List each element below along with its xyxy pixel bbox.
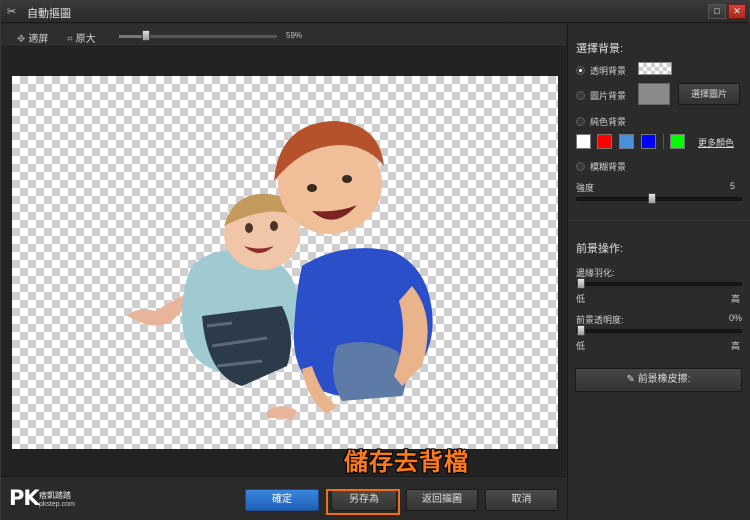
maximize-icon: □ <box>714 6 720 16</box>
feather-low-label: 低 <box>576 294 586 304</box>
opacity-high-label: 高 <box>731 341 741 351</box>
color-swatch-red[interactable] <box>597 134 612 149</box>
cancel-button[interactable]: 取消 <box>485 489 558 511</box>
view-toolbar: ✥ 適屏 ⌗ 原大 59% <box>1 24 566 47</box>
fit-screen-label: 適屏 <box>28 34 49 45</box>
solid-bg-option[interactable]: 純色背景 <box>576 115 626 129</box>
blur-bg-option[interactable]: 模糊背景 <box>576 160 626 174</box>
solid-bg-label: 純色背景 <box>590 117 627 127</box>
color-swatch-blue[interactable] <box>641 134 656 149</box>
opacity-low-label: 低 <box>576 341 586 351</box>
logo-site: pkstep.com <box>39 501 75 508</box>
logo-name: 痞凱踏踏 <box>39 491 71 500</box>
actual-size-icon: ⌗ <box>67 34 73 45</box>
actual-size-button[interactable]: ⌗ 原大 <box>67 30 96 45</box>
color-swatch-light-blue[interactable] <box>619 134 634 149</box>
transparent-bg-radio[interactable] <box>576 66 585 76</box>
color-swatch-green[interactable] <box>670 134 685 149</box>
cutout-photo <box>127 121 433 421</box>
transparent-swatch <box>638 62 672 75</box>
eraser-icon: ✎ <box>626 374 635 385</box>
solid-bg-radio[interactable] <box>576 117 585 127</box>
foreground-section-title: 前景操作: <box>576 243 624 255</box>
zoom-slider[interactable] <box>119 30 277 41</box>
opacity-value: 0% <box>729 313 743 323</box>
fit-screen-icon: ✥ <box>17 34 26 45</box>
feather-slider-handle[interactable] <box>577 278 585 289</box>
blur-bg-radio[interactable] <box>576 162 585 172</box>
title-bar: ✂ 自動摳圖 □ ✕ <box>1 1 749 23</box>
feather-slider[interactable] <box>576 278 742 289</box>
watermark-logo: PK 痞凱踏踏 pkstep.com <box>9 486 75 510</box>
fit-screen-button[interactable]: ✥ 適屏 <box>17 30 48 45</box>
child-right <box>274 121 433 414</box>
strength-slider-handle[interactable] <box>648 193 656 204</box>
choose-image-button[interactable]: 選擇圖片 <box>678 83 740 105</box>
image-bg-radio[interactable] <box>576 91 585 101</box>
logo-mark: PK <box>9 486 40 510</box>
color-swatch-white[interactable] <box>576 134 591 149</box>
strength-slider[interactable] <box>576 193 742 204</box>
app-window: ✂ 自動摳圖 □ ✕ ✥ 適屏 ⌗ 原大 59% PK 痞凱踏踏 pkstep.… <box>0 0 750 520</box>
opacity-slider[interactable] <box>576 325 742 336</box>
strength-value: 5 <box>730 181 736 191</box>
actual-size-label: 原大 <box>75 34 96 45</box>
scissors-icon: ✂ <box>7 6 17 18</box>
blur-bg-label: 模糊背景 <box>590 162 627 172</box>
feather-high-label: 高 <box>731 294 741 304</box>
maximize-button[interactable]: □ <box>708 4 726 19</box>
more-colors-link[interactable]: 更多顏色 <box>698 136 734 149</box>
child-left <box>127 193 300 421</box>
image-bg-label: 圖片背景 <box>590 91 627 101</box>
image-canvas[interactable] <box>12 76 558 449</box>
transparent-bg-option[interactable]: 透明背景 <box>576 64 626 78</box>
close-icon: ✕ <box>733 6 741 16</box>
foreground-eraser-button[interactable]: ✎ 前景橡皮擦: <box>575 368 742 392</box>
annotation-text: 儲存去背檔 <box>344 448 469 476</box>
preview-area <box>1 48 566 476</box>
transparent-bg-label: 透明背景 <box>590 66 627 76</box>
window-title: 自動摳圖 <box>27 8 71 20</box>
background-section-title: 選擇背景: <box>576 43 624 55</box>
close-button[interactable]: ✕ <box>728 4 746 19</box>
image-bg-preview <box>638 83 670 105</box>
foreground-eraser-label: 前景橡皮擦: <box>637 374 691 385</box>
ok-button[interactable]: 確定 <box>245 489 319 511</box>
action-bar: PK 痞凱踏踏 pkstep.com 確定 另存為 返回摳圖 取消 <box>1 476 566 520</box>
settings-panel: 選擇背景: 透明背景 圖片背景 選擇圖片 純色背景 更多顏色 模糊背景 強度 5 <box>567 24 750 520</box>
back-to-cutout-button[interactable]: 返回摳圖 <box>406 489 478 511</box>
strength-label: 強度 <box>576 183 595 193</box>
palette-divider <box>663 134 664 149</box>
image-bg-option[interactable]: 圖片背景 <box>576 89 626 103</box>
zoom-slider-handle[interactable] <box>142 30 150 41</box>
save-as-highlight <box>326 489 400 515</box>
section-divider <box>568 220 750 221</box>
zoom-percent: 59% <box>286 31 303 40</box>
opacity-slider-handle[interactable] <box>577 325 585 336</box>
